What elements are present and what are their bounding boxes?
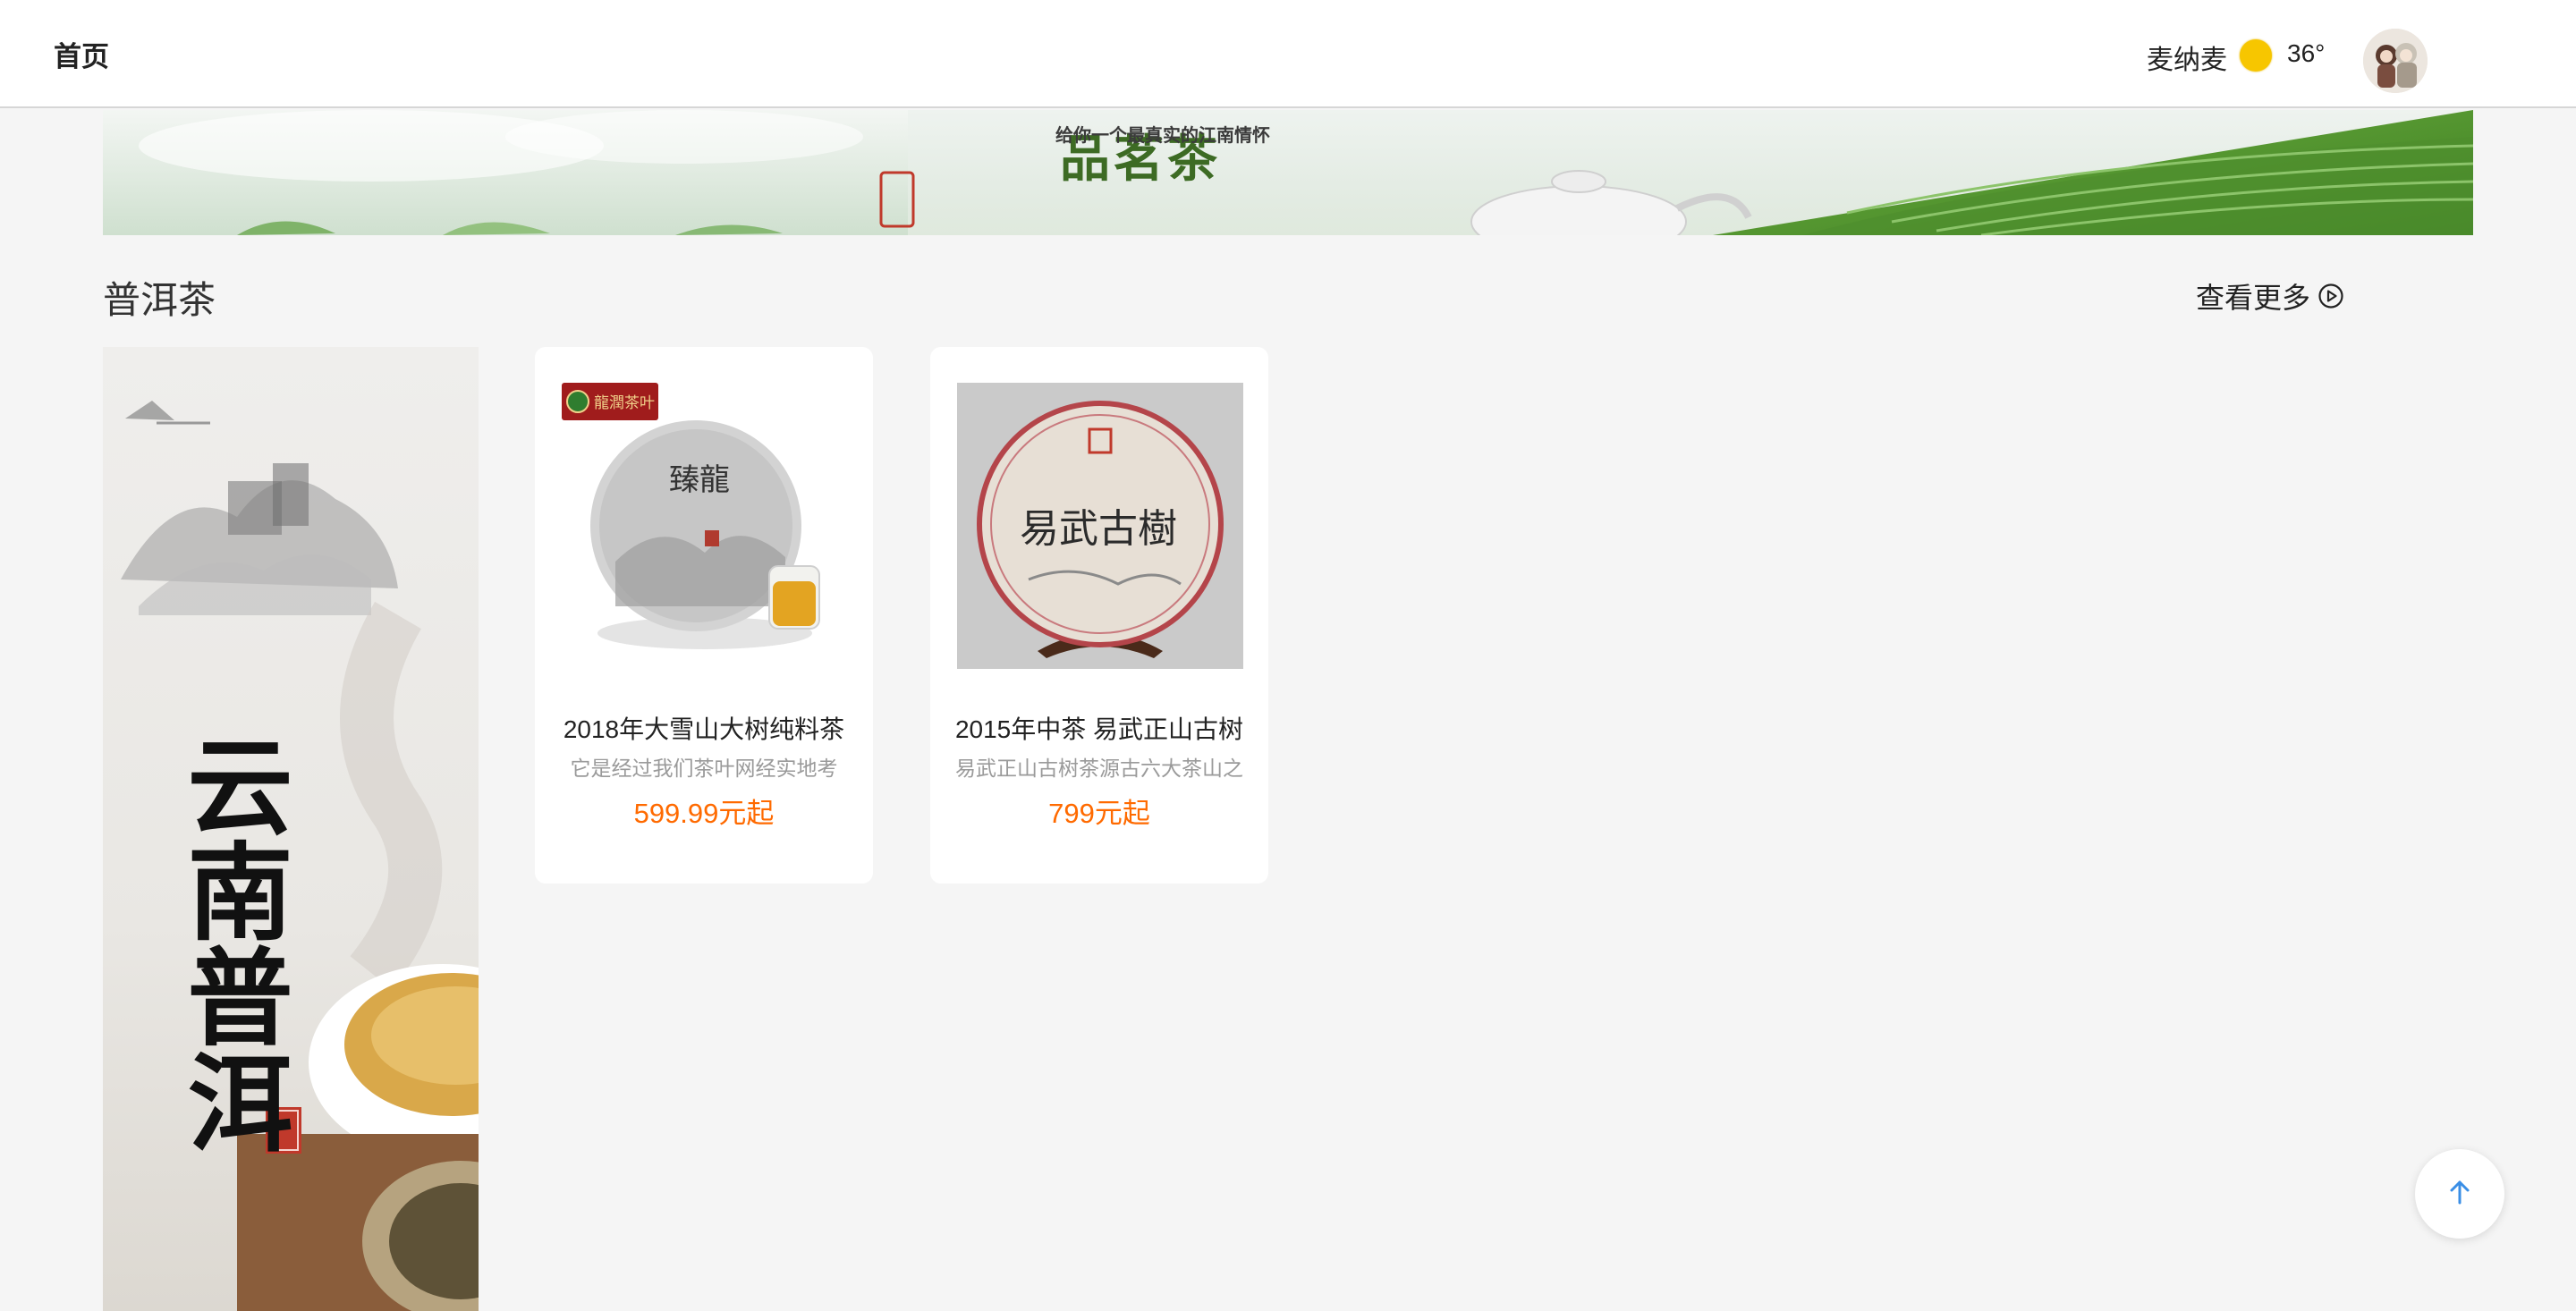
- avatar[interactable]: [2363, 29, 2428, 93]
- temperature: 36°: [2287, 39, 2326, 67]
- section-title: 普洱茶: [103, 279, 216, 321]
- tea-cake-text: 臻龍: [669, 462, 730, 498]
- category-poster[interactable]: 云南普洱: [103, 347, 479, 1311]
- back-to-top-button[interactable]: [2415, 1149, 2504, 1239]
- product-name: 2015年中茶 易武正山古树: [954, 715, 1244, 743]
- view-more-label: 查看更多: [2196, 282, 2311, 314]
- product-image: 易武古樹: [957, 383, 1243, 669]
- brand-logo-text: 龍潤茶叶: [594, 394, 655, 412]
- banner-slogan: 给你一个最真实的江南情怀: [1055, 124, 1270, 146]
- home-link[interactable]: 首页: [54, 34, 109, 74]
- product-price: 599.99元起: [633, 798, 775, 829]
- poster-calligraphy: 云南普洱: [169, 732, 293, 1154]
- product-card[interactable]: 易武古樹 2015年中茶 易武正山古树 易武正山古树茶源古六大茶山之 799元起: [930, 347, 1268, 884]
- top-navbar: 首页 麦纳麦 36°: [0, 0, 2576, 108]
- view-more-link[interactable]: 查看更多: [2196, 275, 2344, 317]
- play-circle-icon: [2318, 283, 2344, 309]
- product-name: 2018年大雪山大树纯料茶: [563, 715, 845, 743]
- product-description: 易武正山古树茶源古六大茶山之: [955, 757, 1243, 780]
- arrow-up-icon: [2444, 1176, 2476, 1213]
- product-image: 龍潤茶叶 臻龍: [562, 383, 848, 669]
- banner[interactable]: 品茗茶 给你一个最真实的江南情怀: [103, 110, 2473, 235]
- tea-cake-text: 易武古樹: [1020, 506, 1177, 552]
- product-price: 799元起: [1048, 798, 1150, 829]
- sun-icon: [2240, 39, 2272, 72]
- product-card[interactable]: 龍潤茶叶 臻龍 2018年大雪山大树纯料茶 它是经过我们茶叶网经实地考 599.…: [535, 347, 873, 884]
- user-name[interactable]: 麦纳麦: [2147, 38, 2227, 77]
- product-description: 它是经过我们茶叶网经实地考: [570, 757, 838, 780]
